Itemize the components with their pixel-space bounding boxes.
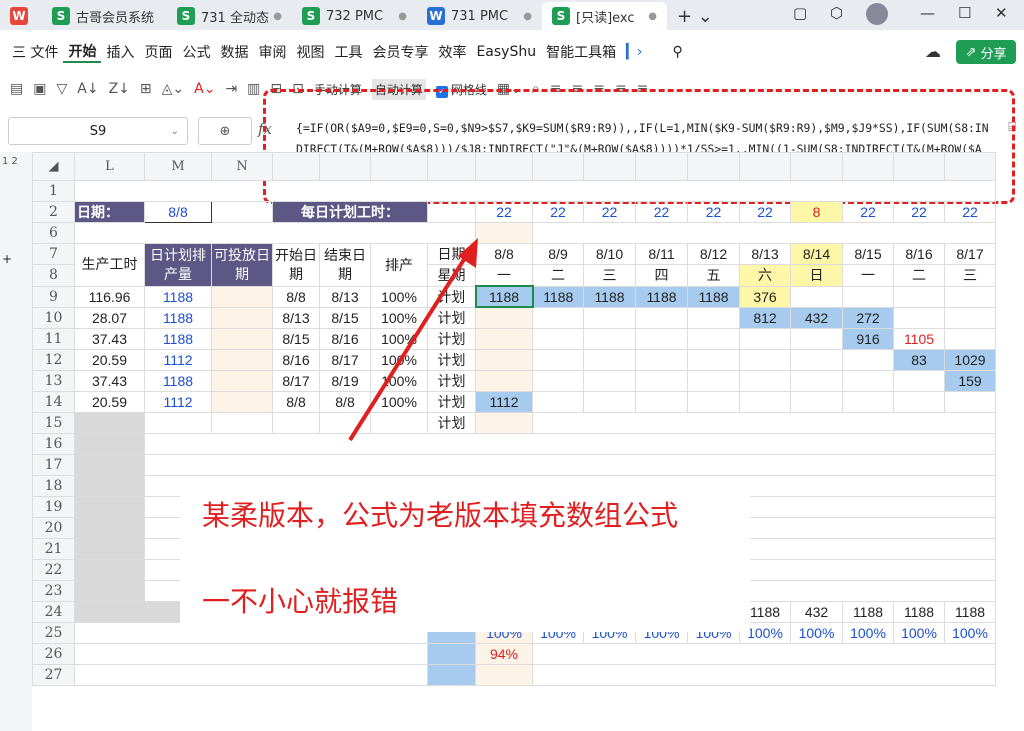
arrow-annotation — [348, 238, 478, 442]
